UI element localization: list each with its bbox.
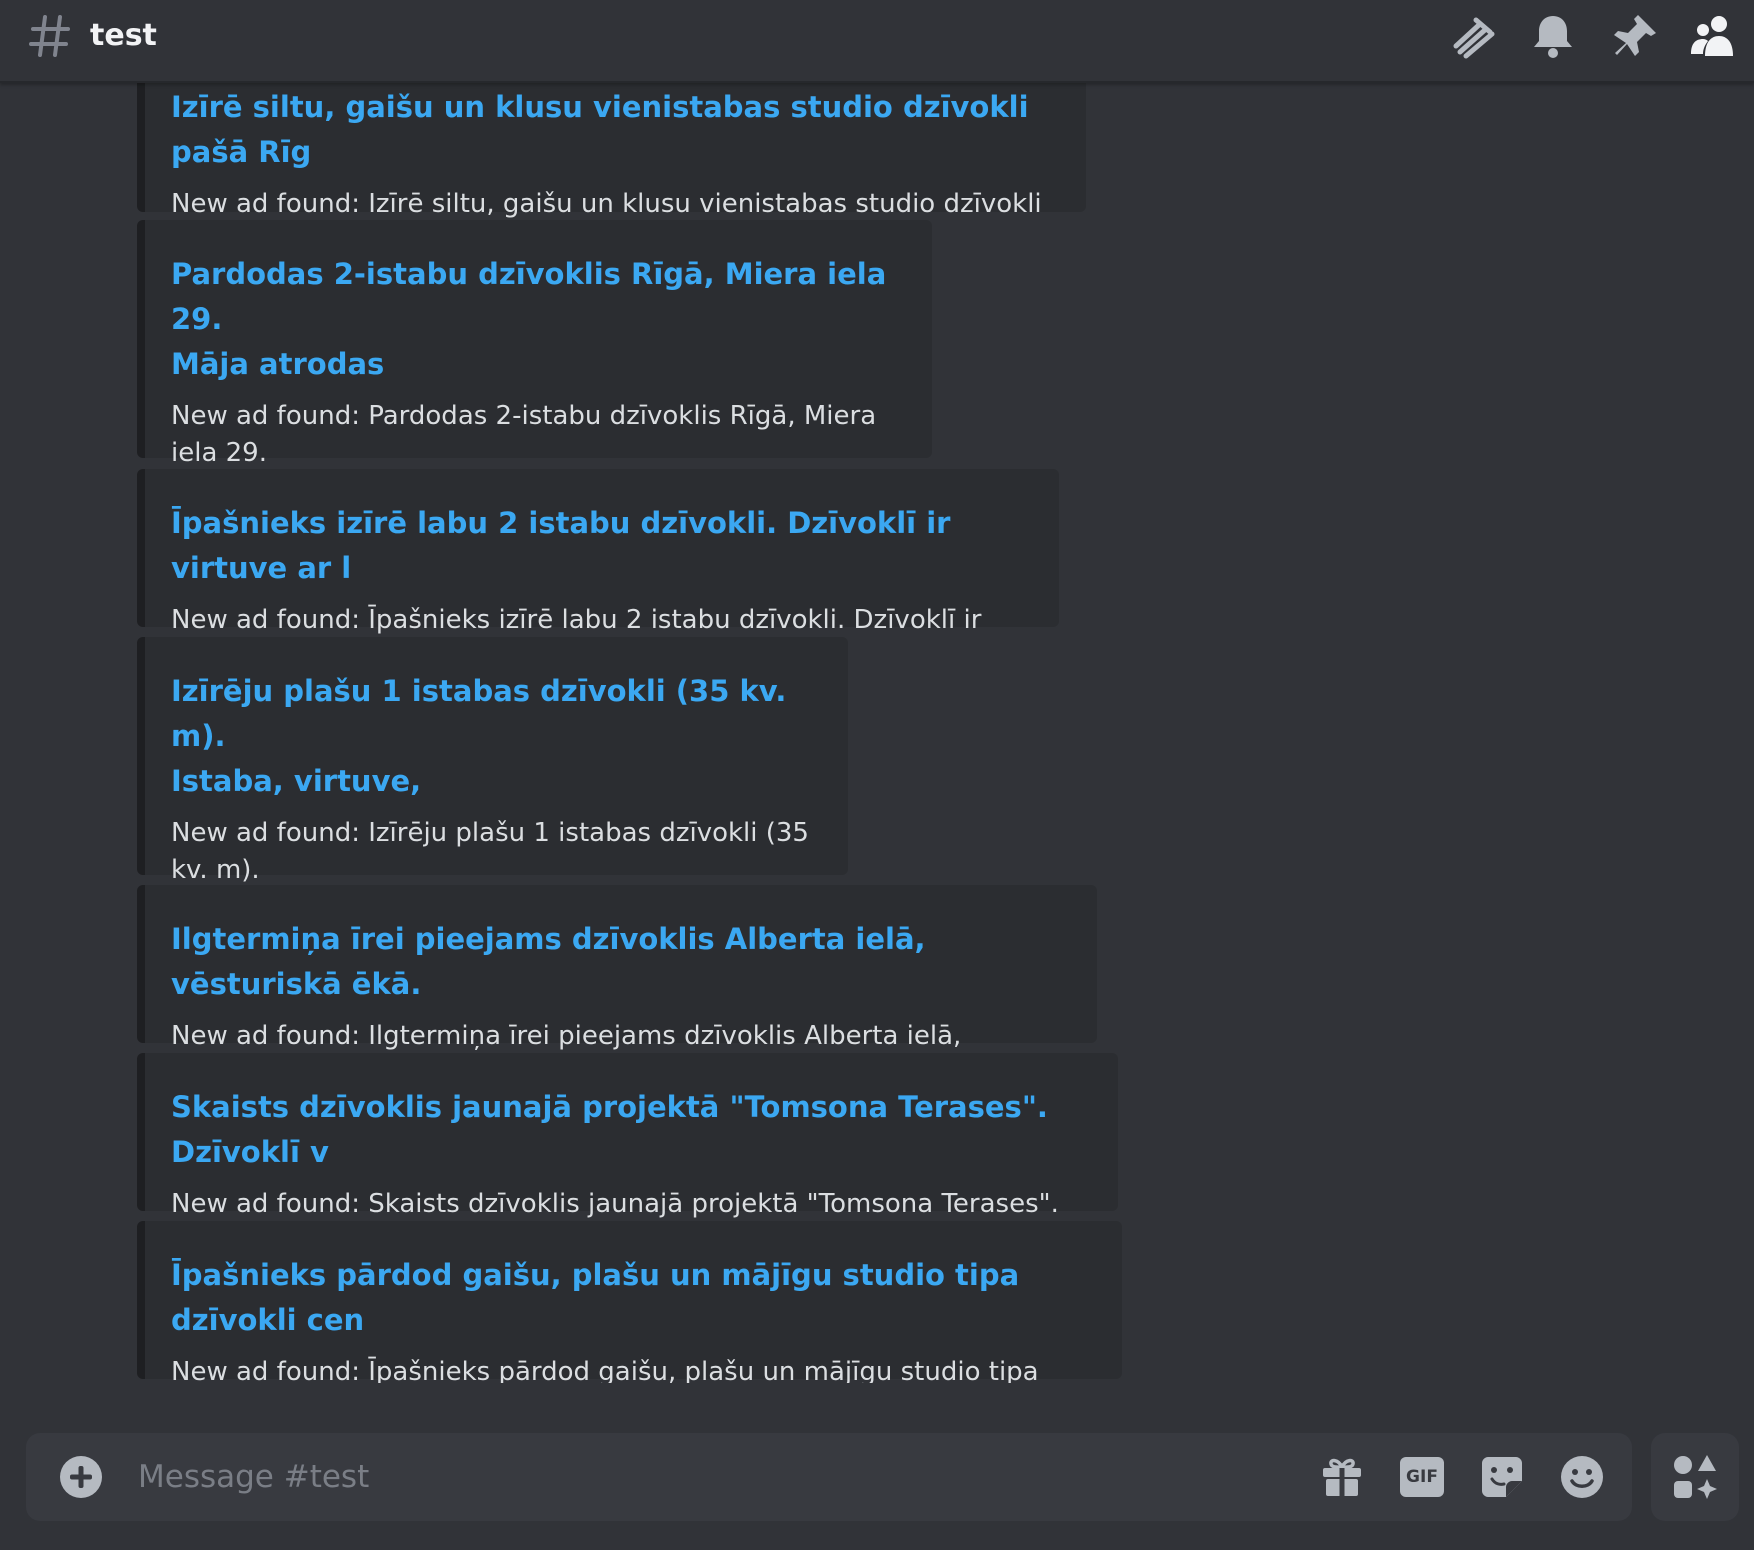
message-composer: GIF xyxy=(26,1433,1632,1521)
ad-embed: Pardodas 2-istabu dzīvoklis Rīgā, Miera … xyxy=(137,220,932,505)
ad-embed: Izīrēju plašu 1 istabas dzīvokli (35 kv.… xyxy=(137,637,848,922)
channel-name: test xyxy=(90,18,157,53)
add-attachment-button[interactable] xyxy=(59,1455,103,1499)
members-icon[interactable] xyxy=(1689,12,1737,60)
sticker-icon[interactable] xyxy=(1480,1455,1524,1499)
emoji-icon[interactable] xyxy=(1560,1455,1604,1499)
bell-icon[interactable] xyxy=(1529,12,1577,60)
embed-title-link[interactable]: Pardodas 2-istabu dzīvoklis Rīgā, Miera … xyxy=(171,252,902,387)
embed-title-link[interactable]: Īpašnieks izīrē labu 2 istabu dzīvokli. … xyxy=(171,501,1029,591)
ad-embed: Skaists dzīvoklis jaunajā projektā "Toms… xyxy=(137,1053,1118,1256)
embed-title-link[interactable]: Īpašnieks pārdod gaišu, plašu un mājīgu … xyxy=(171,1253,1092,1343)
ad-embed: Ilgtermiņa īrei pieejams dzīvoklis Alber… xyxy=(137,885,1097,1088)
embed-title-link[interactable]: Izīrēju plašu 1 istabas dzīvokli (35 kv.… xyxy=(171,669,818,804)
channel-header: test xyxy=(0,0,1754,83)
threads-icon[interactable] xyxy=(1450,12,1498,60)
ad-embed: Īpašnieks pārdod gaišu, plašu un mājīgu … xyxy=(137,1221,1122,1383)
apps-icon xyxy=(1674,1455,1717,1499)
hash-icon xyxy=(29,15,70,57)
ad-embed: Izīrē siltu, gaišu un klusu vienistabas … xyxy=(137,83,1086,256)
embed-title-link[interactable]: Ilgtermiņa īrei pieejams dzīvoklis Alber… xyxy=(171,917,1067,1007)
ad-embed: Īpašnieks izīrē labu 2 istabu dzīvokli. … xyxy=(137,469,1059,672)
embed-description: New ad found: Īpašnieks pārdod gaišu, pl… xyxy=(171,1357,1039,1383)
embed-title-link[interactable]: Skaists dzīvoklis jaunajā projektā "Toms… xyxy=(171,1085,1088,1175)
embed-title-link[interactable]: Izīrē siltu, gaišu un klusu vienistabas … xyxy=(171,85,1056,175)
app-launcher-button[interactable] xyxy=(1651,1433,1739,1521)
gif-button[interactable]: GIF xyxy=(1400,1457,1444,1497)
pin-icon[interactable] xyxy=(1611,12,1659,60)
message-input[interactable] xyxy=(136,1433,1286,1521)
message-list[interactable]: Izīrē siltu, gaišu un klusu vienistabas … xyxy=(0,83,1754,1383)
gift-icon[interactable] xyxy=(1320,1455,1364,1499)
